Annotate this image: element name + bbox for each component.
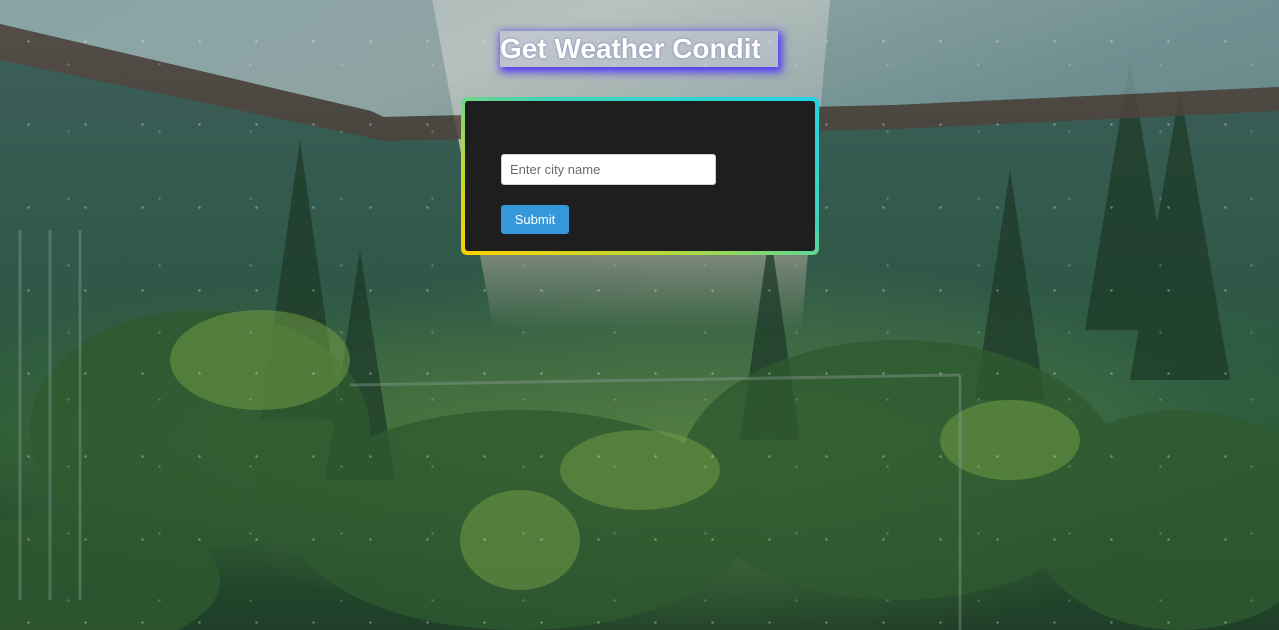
page-title: Get Weather Condit <box>500 31 778 67</box>
city-name-input[interactable] <box>501 154 716 185</box>
background-image <box>0 0 1279 630</box>
submit-button[interactable]: Submit <box>501 205 569 234</box>
background-rain-drops <box>0 0 1279 630</box>
weather-form-card: Submit <box>465 101 815 251</box>
